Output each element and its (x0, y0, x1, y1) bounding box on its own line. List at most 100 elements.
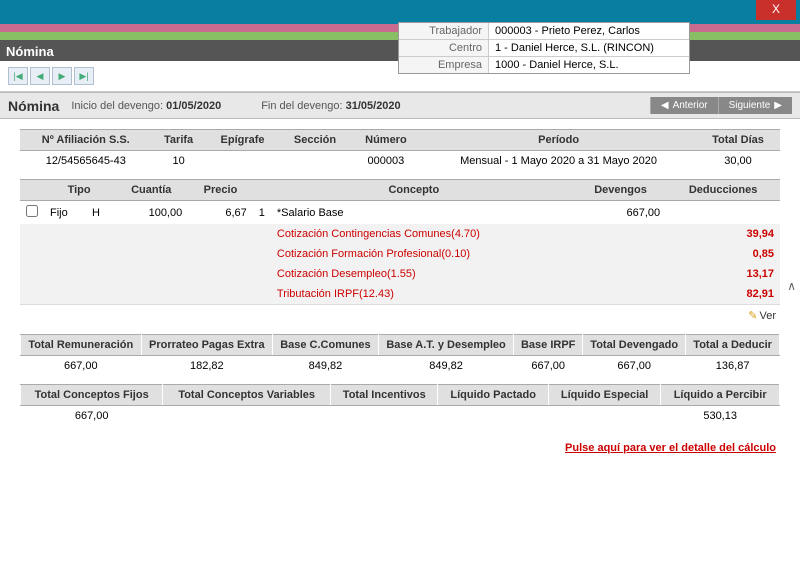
cell (206, 151, 280, 172)
cell (279, 151, 350, 172)
close-button[interactable]: X (756, 0, 796, 20)
cell (548, 406, 660, 427)
start-date: Inicio del devengo: 01/05/2020 (71, 100, 221, 112)
row-checkbox[interactable] (20, 201, 44, 225)
cell (666, 201, 780, 225)
checkbox[interactable] (26, 205, 38, 217)
chevron-right-icon: ▶ (774, 100, 782, 111)
cell (331, 406, 438, 427)
pencil-icon: ✎ (748, 310, 757, 322)
cell: 39,94 (666, 224, 780, 244)
next-button[interactable]: Siguiente▶ (718, 97, 792, 114)
cell (163, 406, 331, 427)
th: Base IRPF (514, 335, 583, 356)
table-row: Fijo H 100,00 6,67 1 *Salario Base 667,0… (20, 201, 780, 225)
label-empresa: Empresa (399, 57, 489, 73)
th-tipo: Tipo (44, 180, 114, 201)
table-row: 667,00 530,13 (21, 406, 780, 427)
cell: 667,00 (21, 406, 163, 427)
cell: 0,85 (666, 244, 780, 264)
cell: Fijo (44, 201, 86, 225)
th: Prorrateo Pagas Extra (141, 335, 272, 356)
ver-row: ✎Ver (20, 305, 780, 327)
cell: 1 (253, 201, 271, 225)
header-title: Nómina (6, 44, 54, 59)
table-row: 12/54565645-43 10 000003 Mensual - 1 May… (20, 151, 780, 172)
th-epigrafe: Epígrafe (206, 130, 280, 151)
table-row: 667,00182,82849,82849,82667,00667,00136,… (21, 356, 780, 377)
content-area: Nº Afiliación S.S. Tarifa Epígrafe Secci… (0, 119, 800, 579)
cell: 000003 (351, 151, 421, 172)
table-row: Cotización Desempleo(1.55) 13,17 (20, 264, 780, 284)
th-seccion: Sección (279, 130, 350, 151)
cell: 667,00 (514, 356, 583, 377)
scroll-indicator[interactable]: ∧ (787, 279, 796, 293)
cell (438, 406, 548, 427)
cell: 82,91 (666, 284, 780, 305)
th-check (20, 180, 44, 201)
cell: 667,00 (21, 356, 142, 377)
subheader: Nómina Inicio del devengo: 01/05/2020 Fi… (0, 92, 800, 119)
th: Total Remuneración (21, 335, 142, 356)
nav-last-button[interactable]: ▶| (74, 67, 94, 85)
table-row: Tributación IRPF(12.43) 82,91 (20, 284, 780, 305)
th-deducciones: Deducciones (666, 180, 780, 201)
nav-prev-button[interactable]: ◀ (30, 67, 50, 85)
value-empresa: 1000 - Daniel Herce, S.L. (489, 57, 689, 73)
totals-table-2: Total Conceptos FijosTotal Conceptos Var… (20, 384, 780, 426)
cell: 10 (152, 151, 206, 172)
th: Base A.T. y Desempleo (378, 335, 513, 356)
cell: 6,67 (188, 201, 253, 225)
cell: 667,00 (575, 201, 666, 225)
prev-button[interactable]: ◀Anterior (650, 97, 718, 114)
cell: 530,13 (661, 406, 780, 427)
th: Líquido a Percibir (661, 385, 780, 406)
header-bar: Nómina Trabajador 000003 - Prieto Perez,… (0, 40, 800, 61)
cell: Tributación IRPF(12.43) (271, 284, 575, 305)
cell: Cotización Desempleo(1.55) (271, 264, 575, 284)
th-numero: Número (351, 130, 421, 151)
cell: 667,00 (583, 356, 686, 377)
table-row: Cotización Contingencias Comunes(4.70) 39… (20, 224, 780, 244)
nav-next-button[interactable]: ▶ (52, 67, 72, 85)
th-concepto: Concepto (253, 180, 575, 201)
th: Total Incentivos (331, 385, 438, 406)
cell: Cotización Formación Profesional(0.10) (271, 244, 575, 264)
affiliation-table: Nº Afiliación S.S. Tarifa Epígrafe Secci… (20, 129, 780, 171)
chevron-left-icon: ◀ (661, 100, 669, 111)
end-date: Fin del devengo: 31/05/2020 (261, 100, 400, 112)
cell: 30,00 (696, 151, 780, 172)
cell: 100,00 (114, 201, 188, 225)
cell: 13,17 (666, 264, 780, 284)
th-devengos: Devengos (575, 180, 666, 201)
subheader-title: Nómina (8, 98, 59, 114)
cell: 12/54565645-43 (20, 151, 152, 172)
cell: *Salario Base (271, 201, 575, 225)
cell: Cotización Contingencias Comunes(4.70) (271, 224, 575, 244)
th-totaldias: Total Días (696, 130, 780, 151)
cell: 849,82 (273, 356, 379, 377)
label-trabajador: Trabajador (399, 23, 489, 39)
cell: 136,87 (686, 356, 780, 377)
concepts-table: Tipo Cuantía Precio Concepto Devengos De… (20, 179, 780, 326)
th-afiliacion: Nº Afiliación S.S. (20, 130, 152, 151)
value-centro: 1 - Daniel Herce, S.L. (RINCON) (489, 40, 689, 56)
th: Total Devengado (583, 335, 686, 356)
th: Total Conceptos Fijos (21, 385, 163, 406)
th-periodo: Período (421, 130, 696, 151)
detail-link[interactable]: Pulse aquí para ver el detalle del cálcu… (565, 442, 776, 454)
ver-link[interactable]: ✎Ver (748, 310, 776, 322)
label-centro: Centro (399, 40, 489, 56)
th-tarifa: Tarifa (152, 130, 206, 151)
cell: H (86, 201, 114, 225)
th: Total Conceptos Variables (163, 385, 331, 406)
totals-table-1: Total RemuneraciónProrrateo Pagas ExtraB… (20, 334, 780, 376)
value-trabajador: 000003 - Prieto Perez, Carlos (489, 23, 689, 39)
info-box: Trabajador 000003 - Prieto Perez, Carlos… (398, 22, 690, 74)
th: Base C.Comunes (273, 335, 379, 356)
pager: ◀Anterior Siguiente▶ (650, 97, 792, 114)
titlebar: X (0, 0, 800, 24)
table-row: Cotización Formación Profesional(0.10) 0,… (20, 244, 780, 264)
th-cuantia: Cuantía (114, 180, 188, 201)
nav-first-button[interactable]: |◀ (8, 67, 28, 85)
